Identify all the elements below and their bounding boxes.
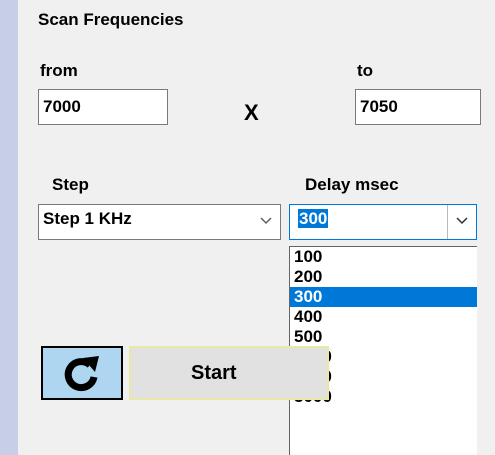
- delay-label: Delay msec: [305, 175, 399, 194]
- delay-option-selected[interactable]: 300: [290, 287, 477, 307]
- start-button[interactable]: Start: [129, 346, 329, 400]
- start-label: Start: [191, 362, 237, 384]
- delay-option[interactable]: 400: [290, 307, 477, 327]
- delay-dropdown[interactable]: 300: [289, 204, 477, 240]
- delay-selected: 300: [298, 209, 329, 228]
- chevron-down-icon[interactable]: [252, 205, 280, 239]
- step-dropdown[interactable]: Step 1 KHz: [38, 204, 281, 240]
- refresh-icon: [64, 356, 99, 392]
- from-input[interactable]: 7000: [38, 89, 168, 125]
- step-label: Step: [52, 175, 89, 194]
- range-separator: X: [244, 100, 259, 125]
- step-selected: Step 1 KHz: [43, 209, 132, 228]
- refresh-button[interactable]: [41, 346, 123, 400]
- from-label: from: [40, 61, 78, 80]
- to-input[interactable]: 7050: [355, 89, 481, 125]
- chevron-down-icon[interactable]: [447, 205, 476, 239]
- delay-option[interactable]: 200: [290, 267, 477, 287]
- delay-option[interactable]: 500: [290, 327, 477, 347]
- group-title: Scan Frequencies: [38, 10, 184, 29]
- to-label: to: [357, 61, 374, 80]
- delay-option[interactable]: 100: [290, 247, 477, 267]
